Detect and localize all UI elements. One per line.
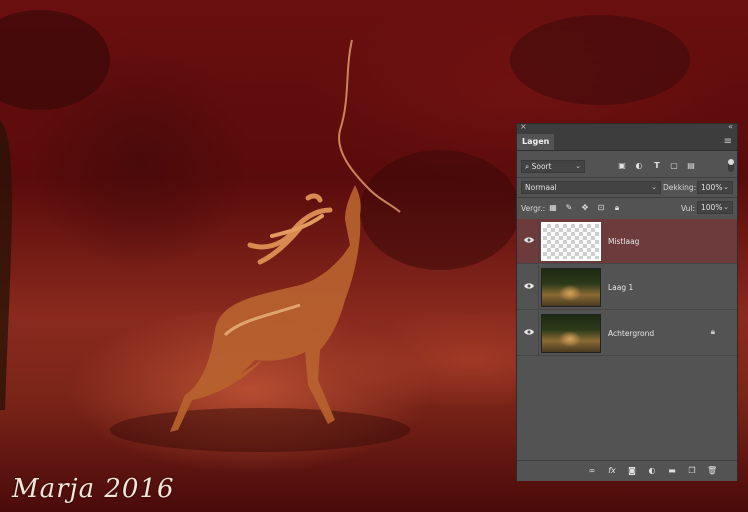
- visibility-cell[interactable]: [517, 265, 539, 310]
- layer-name: Achtergrond: [608, 329, 655, 338]
- type-filter-icon[interactable]: T: [652, 161, 662, 171]
- lock-transparency-icon[interactable]: ▦: [548, 203, 558, 213]
- lock-position-icon[interactable]: ✥: [580, 203, 590, 213]
- chevron-down-icon: ⌄: [575, 162, 581, 170]
- fx-icon[interactable]: fx: [607, 466, 617, 476]
- layers-list: Mistlaag Laag 1 Achtergrond 🔒︎: [517, 219, 737, 459]
- delete-layer-icon[interactable]: 🗑︎: [707, 466, 717, 476]
- add-mask-icon[interactable]: ◙: [627, 466, 637, 476]
- divider: [517, 177, 737, 178]
- lock-artboard-icon[interactable]: ⊡: [596, 203, 606, 213]
- panel-menu-icon[interactable]: ≡: [724, 136, 732, 147]
- layer-thumbnail: [541, 314, 601, 353]
- fill-field[interactable]: 100% ⌄: [697, 201, 733, 214]
- lock-icon: 🔒︎: [710, 327, 715, 336]
- lock-label: Vergr.:: [521, 204, 546, 213]
- layer-name: Laag 1: [608, 283, 634, 292]
- opacity-field[interactable]: 100% ⌄: [697, 181, 733, 194]
- kind-filter-dropdown[interactable]: ⌕ Soort ⌄: [521, 160, 585, 173]
- blend-mode-value: Normaal: [525, 183, 557, 192]
- new-layer-icon[interactable]: ❐: [687, 466, 697, 476]
- visibility-cell[interactable]: [517, 311, 539, 356]
- layers-bottom-toolbar: ∞ fx ◙ ◐ ▬ ❐ 🗑︎: [517, 460, 737, 481]
- chevron-down-icon: ⌄: [651, 183, 657, 191]
- chevron-down-icon: ⌄: [723, 183, 729, 191]
- filter-toggle[interactable]: [728, 159, 734, 172]
- kind-filter-label: Soort: [531, 162, 552, 171]
- fill-label: Vul:: [681, 204, 695, 213]
- adjustment-filter-icon[interactable]: ◐: [634, 161, 644, 171]
- layer-thumbnail: [541, 222, 601, 261]
- smart-object-filter-icon[interactable]: ▤: [686, 161, 696, 171]
- tab-layers[interactable]: Lagen: [517, 134, 555, 150]
- blend-mode-dropdown[interactable]: Normaal ⌄: [521, 181, 661, 194]
- eye-icon[interactable]: [524, 236, 534, 244]
- divider: [517, 197, 737, 198]
- new-group-icon[interactable]: ▬: [667, 466, 677, 476]
- link-layers-icon[interactable]: ∞: [587, 466, 597, 476]
- opacity-value: 100%: [701, 183, 723, 192]
- eye-icon[interactable]: [524, 282, 534, 290]
- eye-icon[interactable]: [524, 328, 534, 336]
- layer-row-laag-1[interactable]: Laag 1: [517, 265, 737, 310]
- fill-value: 100%: [701, 203, 723, 212]
- signature-watermark: Marja 2016: [12, 474, 175, 504]
- layers-panel: × « Lagen ≡ ⌕ Soort ⌄ ▣ ◐ T ▢ ▤ Normaal …: [516, 122, 738, 481]
- visibility-cell[interactable]: [517, 219, 539, 264]
- chevron-down-icon: ⌄: [723, 203, 729, 211]
- collapse-icon[interactable]: «: [728, 122, 733, 131]
- image-filter-icon[interactable]: ▣: [617, 161, 627, 171]
- opacity-label: Dekking:: [663, 183, 697, 192]
- layer-row-mistlaag[interactable]: Mistlaag: [517, 219, 737, 264]
- close-icon[interactable]: ×: [520, 122, 527, 131]
- shape-filter-icon[interactable]: ▢: [669, 161, 679, 171]
- lock-pixels-icon[interactable]: ✎: [564, 203, 574, 213]
- search-icon: ⌕: [525, 162, 530, 171]
- new-adjustment-icon[interactable]: ◐: [647, 466, 657, 476]
- layer-name: Mistlaag: [608, 237, 640, 246]
- panel-titlebar: × «: [517, 122, 737, 133]
- layer-row-achtergrond[interactable]: Achtergrond 🔒︎: [517, 311, 737, 356]
- layer-thumbnail: [541, 268, 601, 307]
- lock-all-icon[interactable]: 🔒︎: [612, 203, 622, 213]
- panel-tabbar: Lagen ≡: [517, 133, 737, 151]
